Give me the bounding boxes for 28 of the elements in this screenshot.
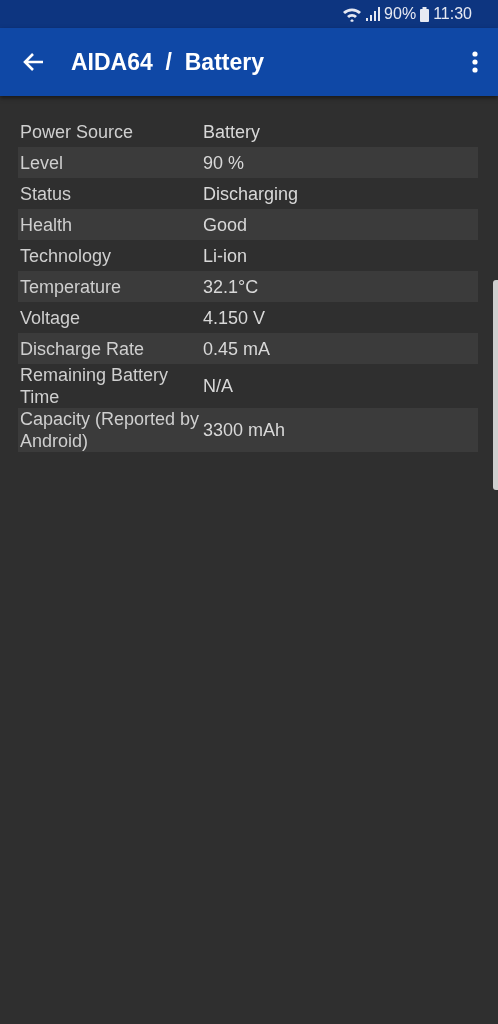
property-value: 3300 mAh — [203, 419, 286, 441]
signal-icon — [366, 7, 381, 21]
property-value: N/A — [203, 375, 233, 397]
wifi-icon — [342, 6, 363, 22]
property-value: 32.1°C — [203, 275, 259, 298]
battery-icon — [420, 6, 430, 22]
property-label: Technology — [19, 244, 113, 267]
back-button[interactable] — [22, 52, 44, 72]
property-value: 4.150 V — [203, 306, 266, 329]
app-title: AIDA64 / Battery — [71, 48, 265, 76]
property-label: Voltage — [19, 306, 82, 329]
property-label: Remaining Battery Time — [19, 364, 170, 408]
property-label: Health — [19, 213, 74, 236]
property-value: 0.45 mA — [203, 337, 271, 360]
property-label: Power Source — [19, 120, 135, 143]
property-label: Capacity (Reported by Android) — [19, 408, 201, 452]
property-label: Level — [19, 151, 65, 174]
property-value: Good — [203, 213, 248, 236]
battery-percent: 90% — [384, 5, 417, 23]
property-value: 90 % — [203, 151, 245, 174]
property-label: Temperature — [19, 275, 123, 298]
clock-time: 11:30 — [433, 5, 472, 23]
property-value: Li-ion — [203, 244, 248, 267]
property-label: Discharge Rate — [19, 337, 146, 360]
property-label: Status — [19, 182, 73, 205]
more-menu-button[interactable] — [472, 51, 478, 73]
property-value: Discharging — [203, 182, 299, 205]
property-value: Battery — [203, 120, 261, 143]
